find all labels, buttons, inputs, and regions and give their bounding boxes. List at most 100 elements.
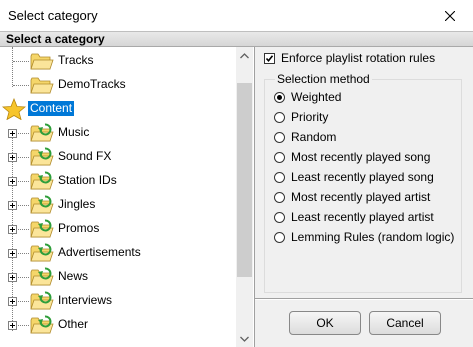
expand-button[interactable] <box>8 321 17 330</box>
tree-scrollbar[interactable] <box>236 47 253 347</box>
tree-connector <box>13 61 29 62</box>
scroll-down-button[interactable] <box>236 330 253 347</box>
folder-refresh-icon <box>30 267 54 286</box>
radio-button[interactable] <box>274 91 285 103</box>
tree-item-label: Advertisements <box>58 245 141 259</box>
tree-connector <box>18 181 29 182</box>
tree-item[interactable]: Promos <box>0 217 236 241</box>
selection-method-option[interactable]: Most recently played song <box>274 149 430 165</box>
selection-method-label: Weighted <box>291 90 342 104</box>
selection-method-label: Lemming Rules (random logic) <box>291 230 455 244</box>
button-separator <box>255 298 473 300</box>
selection-method-label: Priority <box>291 110 329 124</box>
selection-method-label: Most recently played song <box>291 150 431 164</box>
folder-refresh-icon <box>30 195 54 214</box>
tree-item-label: DemoTracks <box>58 77 126 91</box>
selection-method-option[interactable]: Most recently played artist <box>274 189 430 205</box>
selection-method-label: Least recently played song <box>291 170 434 184</box>
expand-button[interactable] <box>8 201 17 210</box>
tree-item[interactable]: Jingles <box>0 193 236 217</box>
folder-refresh-icon <box>30 219 54 238</box>
selection-method-option[interactable]: Least recently played song <box>274 169 434 185</box>
radio-button[interactable] <box>274 231 285 243</box>
expand-button[interactable] <box>8 297 17 306</box>
expand-button[interactable] <box>8 177 17 186</box>
selection-method-label: Most recently played artist <box>291 190 431 204</box>
selection-method-group: Selection method Weighted Priority Random M… <box>264 72 462 293</box>
enforce-rotation-option[interactable]: Enforce playlist rotation rules <box>264 51 435 65</box>
enforce-rotation-label: Enforce playlist rotation rules <box>281 51 436 65</box>
folder-refresh-icon <box>30 315 54 334</box>
checkmark-icon <box>265 54 274 62</box>
tree-item[interactable]: Station IDs <box>0 169 236 193</box>
tree-item-label: Tracks <box>58 53 94 67</box>
close-icon <box>445 10 455 21</box>
tree-connector <box>13 85 29 86</box>
tree-item[interactable]: Interviews <box>0 289 236 313</box>
selection-method-label: Least recently played artist <box>291 210 434 224</box>
tree-item-label: Promos <box>58 221 100 235</box>
selection-method-option[interactable]: Priority <box>274 109 328 125</box>
selection-method-option[interactable]: Lemming Rules (random logic) <box>274 229 454 245</box>
tree-item[interactable]: Tracks <box>0 49 236 73</box>
tree-item-label: Station IDs <box>58 173 117 187</box>
tree-item-label: Sound FX <box>58 149 112 163</box>
tree-item-label: Interviews <box>58 293 113 307</box>
radio-button[interactable] <box>274 111 285 123</box>
tree-item-label: Other <box>58 317 89 331</box>
scroll-up-icon <box>240 52 249 58</box>
tree-item[interactable]: Music <box>0 121 236 145</box>
tree-connector <box>18 301 29 302</box>
tree-connector <box>18 253 29 254</box>
selection-method-label: Random <box>291 130 337 144</box>
category-tree[interactable]: Tracks DemoTracks Content Music Sound FX Stat… <box>0 47 255 347</box>
tree-item[interactable]: News <box>0 265 236 289</box>
folder-refresh-icon <box>30 291 54 310</box>
expand-button[interactable] <box>8 249 17 258</box>
tree-item-label: Music <box>58 125 90 139</box>
scroll-thumb[interactable] <box>237 83 252 277</box>
options-panel: Enforce playlist rotation rules Selectio… <box>255 47 473 347</box>
cancel-button[interactable]: Cancel <box>369 311 441 335</box>
tree-connector <box>18 277 29 278</box>
radio-button[interactable] <box>274 131 285 143</box>
expand-button[interactable] <box>8 273 17 282</box>
folder-icon <box>30 77 54 94</box>
tree-connector <box>18 325 29 326</box>
expand-button[interactable] <box>8 153 17 162</box>
ok-button[interactable]: OK <box>289 311 361 335</box>
selection-method-option[interactable]: Random <box>274 129 336 145</box>
tree-item[interactable]: Content <box>0 97 236 121</box>
folder-icon <box>30 53 54 70</box>
radio-button[interactable] <box>274 171 285 183</box>
section-header: Select a category <box>0 31 473 47</box>
tree-item-label: News <box>58 269 89 283</box>
scroll-down-icon <box>240 336 249 342</box>
radio-button[interactable] <box>274 191 285 203</box>
tree-item[interactable]: Other <box>0 313 236 337</box>
tree-item-label: Content <box>28 101 75 116</box>
folder-refresh-icon <box>30 171 54 190</box>
tree-item-label: Jingles <box>58 197 96 211</box>
selection-method-legend: Selection method <box>275 72 372 86</box>
folder-refresh-icon <box>30 147 54 166</box>
star-icon <box>2 98 26 120</box>
section-header-label: Select a category <box>6 32 105 46</box>
radio-button[interactable] <box>274 151 285 163</box>
tree-connector <box>18 157 29 158</box>
tree-item[interactable]: Advertisements <box>0 241 236 265</box>
tree-item[interactable]: Sound FX <box>0 145 236 169</box>
selection-method-option[interactable]: Weighted <box>274 89 341 105</box>
tree-connector <box>18 133 29 134</box>
enforce-rotation-checkbox[interactable] <box>264 52 275 64</box>
close-button[interactable] <box>427 0 473 31</box>
selection-method-option[interactable]: Least recently played artist <box>274 209 434 225</box>
folder-refresh-icon <box>30 123 54 142</box>
scroll-up-button[interactable] <box>236 47 253 64</box>
tree-connector <box>18 229 29 230</box>
tree-item[interactable]: DemoTracks <box>0 73 236 97</box>
radio-button[interactable] <box>274 211 285 223</box>
title-bar: Select category <box>0 0 473 31</box>
expand-button[interactable] <box>8 225 17 234</box>
expand-button[interactable] <box>8 129 17 138</box>
